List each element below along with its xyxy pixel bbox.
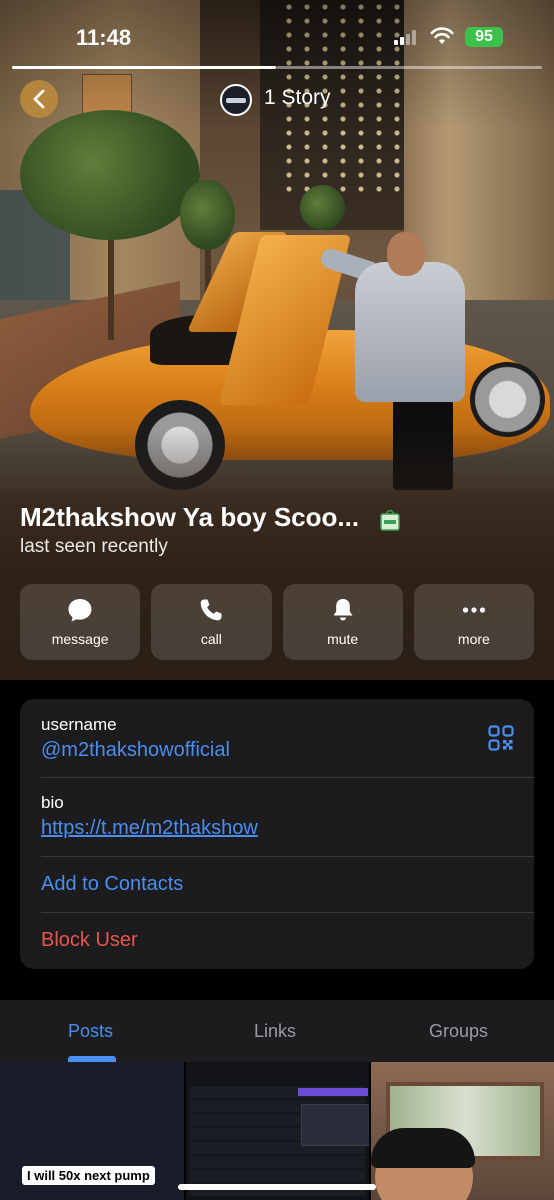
username-row[interactable]: username @m2thakshowofficial <box>20 699 534 777</box>
chevron-left-icon <box>33 89 45 109</box>
status-time: 11:48 <box>76 25 132 50</box>
story-progress-remaining <box>276 66 542 69</box>
phone-icon <box>201 599 222 621</box>
username-label: username <box>41 715 117 734</box>
call-button-label: call <box>200 631 222 647</box>
person-cap <box>371 1128 475 1168</box>
more-button[interactable]: more <box>413 584 534 660</box>
message-button-label: message <box>51 631 109 647</box>
more-dots-icon <box>462 607 485 613</box>
last-seen-status: last seen recently <box>20 536 168 557</box>
message-button[interactable]: message <box>20 584 141 660</box>
gift-bag-icon[interactable] <box>380 507 400 531</box>
bio-link[interactable]: https://t.me/m2thakshow <box>41 817 258 840</box>
post-caption: I will 50x next pump <box>22 1166 155 1185</box>
story-avatar[interactable] <box>220 84 252 116</box>
trading-panel <box>301 1104 369 1146</box>
post-thumbnail[interactable]: I will 50x next pump <box>0 1062 184 1200</box>
tree <box>300 185 345 230</box>
posts-grid: I will 50x next pump <box>0 1062 554 1200</box>
wifi-icon <box>430 27 454 44</box>
block-user-row[interactable]: Block User <box>20 913 534 969</box>
bio-row: bio https://t.me/m2thakshow <box>20 778 534 856</box>
profile-tabs: Posts Links Groups <box>0 1000 554 1062</box>
person-head <box>387 232 425 276</box>
qr-code-icon[interactable] <box>488 725 514 751</box>
tab-groups[interactable]: Groups <box>429 1021 488 1042</box>
bell-icon <box>333 599 353 621</box>
add-to-contacts-row[interactable]: Add to Contacts <box>20 857 534 912</box>
tab-posts[interactable]: Posts <box>68 1021 113 1042</box>
post-thumbnail[interactable] <box>186 1062 369 1200</box>
trading-banner <box>298 1088 368 1096</box>
person-coat <box>355 262 465 402</box>
profile-name: M2thakshow Ya boy Scoo... <box>20 502 360 532</box>
story-count-label[interactable]: 1 Story <box>264 86 331 110</box>
tab-links[interactable]: Links <box>254 1021 296 1042</box>
mute-button[interactable]: mute <box>282 584 403 660</box>
tree <box>180 180 235 250</box>
mute-button-label: mute <box>327 631 359 647</box>
car-wheel <box>470 362 545 437</box>
profile-info-card: username @m2thakshowofficial bio https:/… <box>20 699 534 969</box>
call-button[interactable]: call <box>151 584 272 660</box>
battery-indicator: 95 <box>465 27 503 47</box>
profile-actions: message call mute more <box>20 584 534 660</box>
more-button-label: more <box>457 631 490 647</box>
battery-level: 95 <box>475 28 493 45</box>
home-indicator[interactable] <box>178 1184 376 1190</box>
story-progress-bar <box>12 66 276 69</box>
add-to-contacts-button[interactable]: Add to Contacts <box>41 873 183 896</box>
post-thumbnail[interactable] <box>371 1062 554 1200</box>
message-icon <box>68 599 92 622</box>
bio-label: bio <box>41 793 64 812</box>
back-button[interactable] <box>20 80 58 118</box>
block-user-button[interactable]: Block User <box>41 929 138 952</box>
signal-icon <box>394 30 416 45</box>
username-value[interactable]: @m2thakshowofficial <box>41 739 230 762</box>
